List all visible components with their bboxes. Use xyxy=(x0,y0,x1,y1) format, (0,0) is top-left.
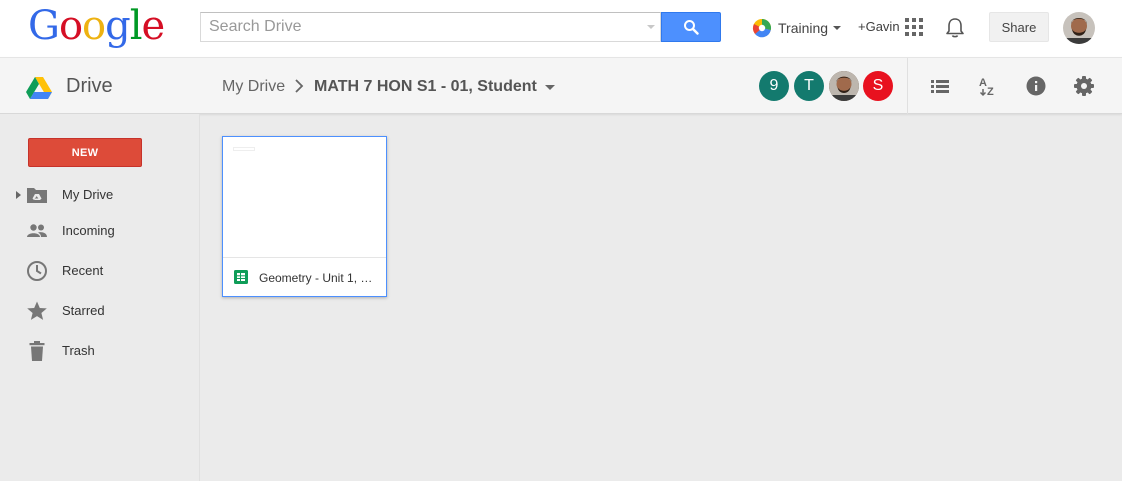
training-label: Training xyxy=(778,20,829,36)
drive-toolbar: Drive My Drive MATH 7 HON S1 - 01, Stude… xyxy=(0,57,1122,114)
drive-folder-icon xyxy=(26,184,48,206)
sidebar-item-my-drive[interactable]: My Drive xyxy=(0,180,200,210)
sidebar-item-label: Recent xyxy=(62,263,104,278)
settings-icon xyxy=(1074,76,1094,96)
settings-button[interactable] xyxy=(1071,73,1097,99)
sidebar-item-trash[interactable]: Trash xyxy=(0,336,200,366)
apps-grid-icon[interactable] xyxy=(905,18,923,36)
sheets-icon xyxy=(234,270,248,284)
collaborator-avatar[interactable] xyxy=(829,71,859,101)
share-button[interactable]: Share xyxy=(989,12,1049,42)
star-icon xyxy=(26,300,48,322)
collaborator-initial: 9 xyxy=(769,77,779,94)
sort-az-icon: A Z xyxy=(979,77,994,97)
avatar-photo-icon xyxy=(829,71,859,101)
top-bar: Google Training +Gavin Share xyxy=(0,0,1122,57)
search-icon xyxy=(684,20,699,35)
app-title[interactable]: Drive xyxy=(66,75,113,98)
thumbnail-preview-line xyxy=(233,147,255,151)
search-button[interactable] xyxy=(661,12,721,42)
collaborator-avatar[interactable]: 9 xyxy=(759,71,789,101)
details-button[interactable] xyxy=(1023,73,1049,99)
sidebar-item-label: Incoming xyxy=(62,223,115,238)
sidebar-item-label: Trash xyxy=(62,343,95,358)
list-view-button[interactable] xyxy=(927,73,953,99)
info-icon xyxy=(1026,76,1046,96)
account-avatar[interactable] xyxy=(1063,12,1095,44)
sidebar-item-label: Starred xyxy=(62,303,105,318)
training-app-icon xyxy=(752,18,772,38)
sidebar-item-incoming[interactable]: Incoming xyxy=(0,216,200,246)
expand-arrow-icon[interactable] xyxy=(16,191,21,199)
list-view-icon xyxy=(931,80,949,93)
chevron-down-icon xyxy=(544,84,555,90)
search-options-caret-icon[interactable] xyxy=(647,25,655,29)
user-profile-link[interactable]: +Gavin xyxy=(858,19,900,34)
training-menu[interactable]: Training xyxy=(752,17,842,39)
file-thumbnail xyxy=(223,137,386,258)
sort-button[interactable]: A Z xyxy=(975,73,1001,99)
collaborator-avatar[interactable]: S xyxy=(863,71,893,101)
sidebar-item-starred[interactable]: Starred xyxy=(0,296,200,326)
svg-text:Z: Z xyxy=(987,86,994,97)
drive-logo-icon xyxy=(26,77,52,99)
people-icon xyxy=(26,220,48,242)
collaborator-initial: T xyxy=(804,77,814,94)
collaborator-initial: S xyxy=(872,77,884,94)
search-box xyxy=(200,12,661,42)
chevron-down-icon xyxy=(833,26,842,30)
file-card[interactable]: Geometry - Unit 1, Lesson 1 xyxy=(222,136,387,297)
search-input[interactable] xyxy=(201,13,641,41)
file-card-footer: Geometry - Unit 1, Lesson 1 xyxy=(223,259,386,296)
sidebar-item-recent[interactable]: Recent xyxy=(0,256,200,286)
toolbar-divider xyxy=(907,58,908,114)
svg-text:A: A xyxy=(979,77,987,89)
avatar-photo-icon xyxy=(1063,12,1095,44)
new-button[interactable]: NEW xyxy=(28,138,142,167)
trash-icon xyxy=(26,340,48,362)
current-folder-label: MATH 7 HON S1 - 01, Student xyxy=(314,78,537,95)
breadcrumb-current-folder[interactable]: MATH 7 HON S1 - 01, Student xyxy=(314,78,555,96)
google-logo[interactable]: Google xyxy=(28,2,165,50)
collaborator-avatar[interactable]: T xyxy=(794,71,824,101)
file-name: Geometry - Unit 1, Lesson 1 xyxy=(259,271,379,285)
sidebar-item-label: My Drive xyxy=(62,187,114,202)
chevron-right-icon xyxy=(295,79,304,93)
notifications-bell-icon[interactable] xyxy=(945,17,965,39)
clock-icon xyxy=(26,260,48,282)
sidebar: NEW My Drive Incoming Recent Starred Tra… xyxy=(0,114,200,481)
breadcrumb-my-drive[interactable]: My Drive xyxy=(222,78,285,96)
